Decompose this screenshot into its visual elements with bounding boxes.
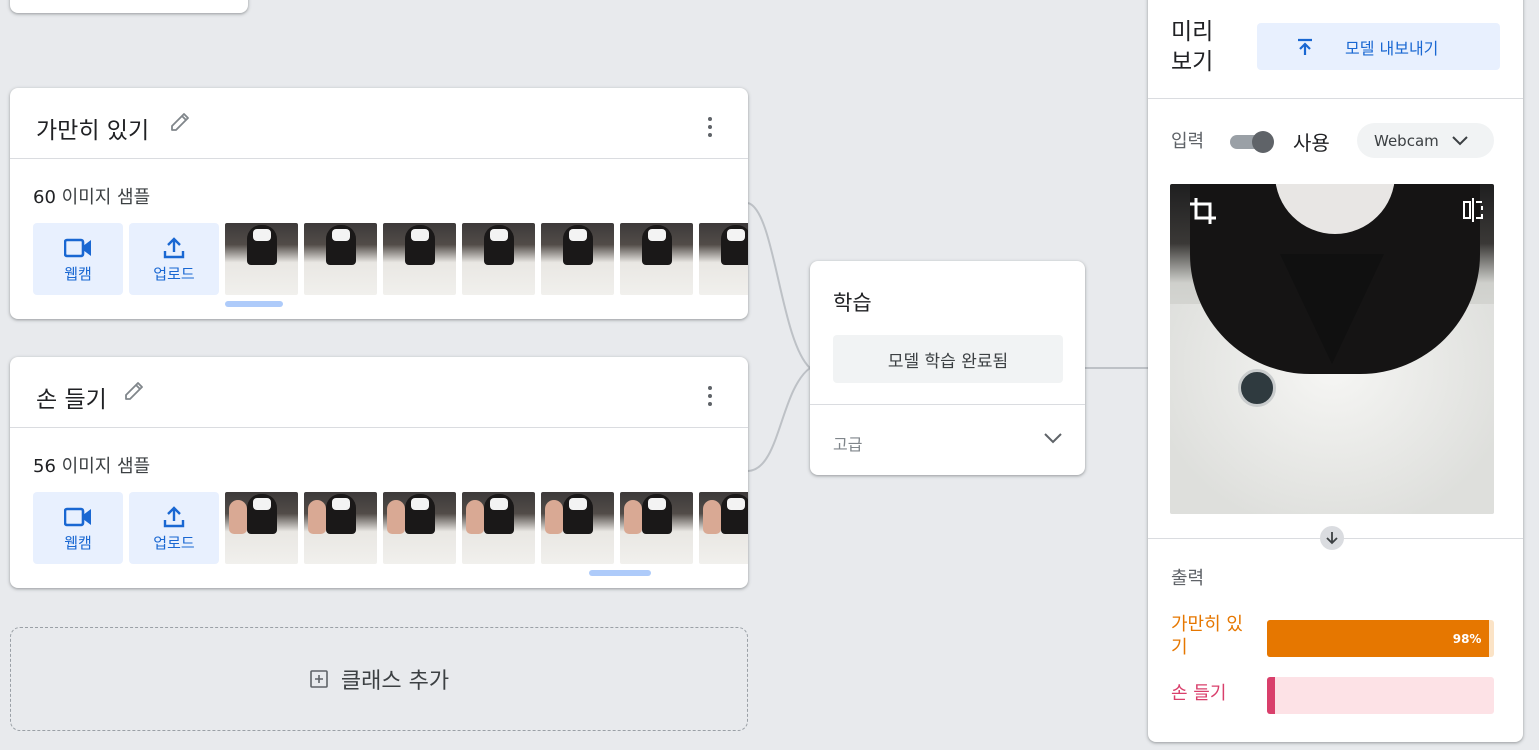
- sample-thumbnail[interactable]: [462, 492, 535, 564]
- sample-thumbnail[interactable]: [699, 223, 748, 295]
- export-upload-icon: [1298, 38, 1312, 55]
- thumbnail-scrollbar[interactable]: [225, 301, 283, 307]
- upload-button[interactable]: 업로드: [129, 492, 219, 564]
- flip-icon[interactable]: [1460, 196, 1486, 224]
- sample-thumbnail[interactable]: [383, 223, 456, 295]
- webcam-button-label: 웹캠: [64, 534, 92, 552]
- sample-thumbnail[interactable]: [225, 492, 298, 564]
- divider: [810, 404, 1085, 405]
- output-label: 출력: [1171, 568, 1205, 589]
- advanced-toggle-label[interactable]: 고급: [833, 431, 862, 455]
- sample-count-number: 60: [33, 187, 56, 208]
- more-options-icon[interactable]: [702, 384, 718, 408]
- sample-thumbnail[interactable]: [462, 223, 535, 295]
- add-box-icon: [310, 670, 328, 688]
- sample-thumbnail[interactable]: [541, 492, 614, 564]
- output-confidence-bar: [1267, 677, 1494, 714]
- sample-thumbnail[interactable]: [699, 492, 748, 564]
- sample-count-label: 이미지 샘플: [61, 456, 151, 477]
- class-card-hand: 손 들기 56 이미지 샘플 웹캠 업로드: [10, 357, 748, 588]
- input-source-select[interactable]: Webcam: [1357, 123, 1494, 158]
- output-confidence-bar: 98%: [1267, 620, 1494, 657]
- output-confidence-fill: 98%: [1267, 620, 1490, 657]
- sample-thumbnail[interactable]: [620, 492, 693, 564]
- webcam-button[interactable]: 웹캠: [33, 492, 123, 564]
- previous-card-edge: [10, 0, 248, 13]
- webcam-preview: [1170, 184, 1494, 514]
- class-title[interactable]: 가만히 있기: [36, 111, 149, 145]
- edit-pencil-icon[interactable]: [168, 110, 192, 134]
- train-model-button[interactable]: 모델 학습 완료됨: [833, 335, 1063, 383]
- upload-button-label: 업로드: [153, 534, 195, 552]
- webcam-button[interactable]: 웹캠: [33, 223, 123, 295]
- videocam-icon: [64, 507, 91, 527]
- sample-thumbnail[interactable]: [383, 492, 456, 564]
- output-confidence-fill: [1267, 677, 1275, 714]
- sample-thumbnail[interactable]: [304, 223, 377, 295]
- class-card-header: 가만히 있기: [10, 88, 748, 159]
- export-button-label: 모델 내보내기: [1345, 38, 1439, 58]
- input-source-value: Webcam: [1374, 131, 1439, 150]
- webcam-button-label: 웹캠: [64, 265, 92, 283]
- arrow-down-icon: [1320, 526, 1344, 550]
- sample-thumbnails[interactable]: [225, 223, 748, 295]
- sample-thumbnail[interactable]: [304, 492, 377, 564]
- preview-panel: 미리 보기 모델 내보내기 입력 사용 Webcam 출력 가만히 있기 98%…: [1148, 0, 1523, 742]
- class-card-still: 가만히 있기 60 이미지 샘플 웹캠 업로드: [10, 88, 748, 319]
- preview-title: 미리 보기: [1171, 19, 1214, 75]
- export-model-button[interactable]: 모델 내보내기: [1257, 23, 1500, 70]
- sample-count-label: 이미지 샘플: [61, 187, 151, 208]
- input-label: 입력: [1171, 131, 1205, 152]
- edit-pencil-icon[interactable]: [122, 379, 146, 403]
- sample-count: 56 이미지 샘플: [33, 452, 150, 478]
- upload-button-label: 업로드: [153, 265, 195, 283]
- divider: [1148, 98, 1523, 99]
- sample-thumbnail[interactable]: [620, 223, 693, 295]
- add-class-label: 클래스 추가: [340, 669, 450, 694]
- add-class-button[interactable]: 클래스 추가: [10, 627, 748, 731]
- upload-button[interactable]: 업로드: [129, 223, 219, 295]
- class-title[interactable]: 손 들기: [36, 380, 107, 414]
- crop-icon[interactable]: [1188, 196, 1218, 226]
- videocam-icon: [64, 238, 91, 258]
- input-toggle-switch[interactable]: [1230, 131, 1276, 153]
- upload-icon: [163, 506, 185, 528]
- chevron-down-icon: [1452, 135, 1468, 145]
- toggle-label: 사용: [1293, 131, 1330, 155]
- sample-count-number: 56: [33, 456, 56, 477]
- chevron-down-icon[interactable]: [1043, 431, 1063, 445]
- thumbnail-scrollbar[interactable]: [589, 570, 651, 576]
- class-card-header: 손 들기: [10, 357, 748, 428]
- sample-count: 60 이미지 샘플: [33, 183, 150, 209]
- sample-thumbnail[interactable]: [541, 223, 614, 295]
- output-class-label: 손 들기: [1171, 683, 1227, 704]
- sample-thumbnails[interactable]: [225, 492, 748, 564]
- sample-thumbnail[interactable]: [225, 223, 298, 295]
- training-card: 학습 모델 학습 완료됨 고급: [810, 261, 1085, 475]
- more-options-icon[interactable]: [702, 115, 718, 139]
- upload-icon: [163, 237, 185, 259]
- training-title: 학습: [833, 291, 872, 315]
- output-class-label: 가만히 있기: [1171, 614, 1243, 658]
